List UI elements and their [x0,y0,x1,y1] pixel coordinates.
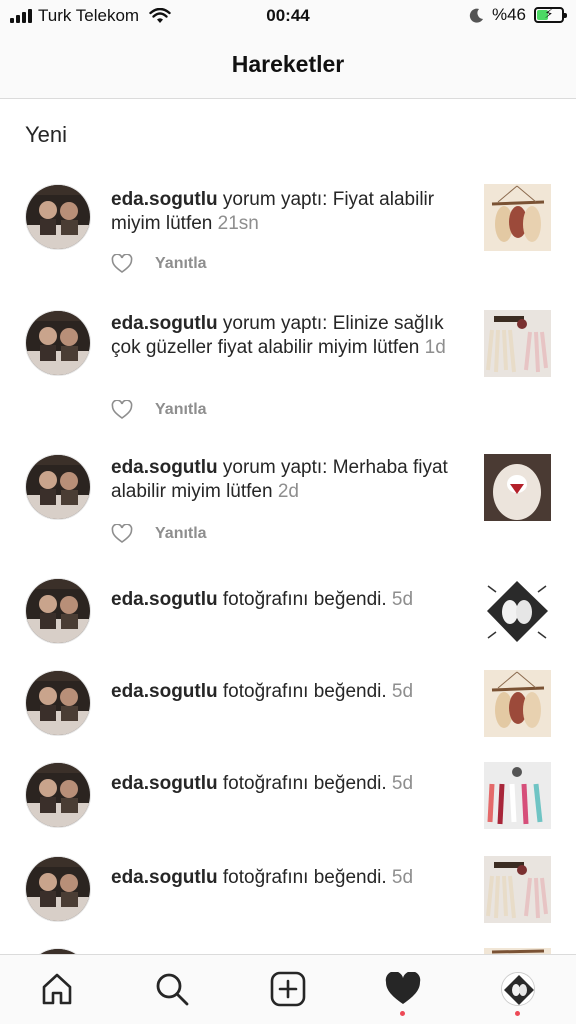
battery-icon: ⚡ [534,6,567,23]
avatar[interactable] [25,670,91,736]
reply-row: Yanıtla [111,254,207,274]
tab-bar [0,954,576,1024]
username[interactable]: eda.sogutlu [111,867,218,888]
reply-button[interactable]: Yanıtla [155,525,207,543]
reply-row: Yanıtla [111,524,207,544]
timestamp: 5d [391,773,414,794]
like-heart-icon[interactable] [111,524,133,544]
tab-new-post[interactable] [268,969,308,1009]
tab-profile[interactable] [498,969,538,1009]
reply-button[interactable]: Yanıtla [155,255,207,273]
tab-activity[interactable] [383,969,423,1009]
header: Hareketler [0,34,576,99]
timestamp: 21sn [217,213,259,234]
activity-message: fotoğrafını beğendi. [217,589,392,610]
avatar[interactable] [25,310,91,376]
activity-heart-icon [385,972,421,1004]
activity-text[interactable]: eda.sogutlu fotoğrafını beğendi. 5d [111,680,466,704]
notification-dot [515,1011,520,1016]
post-thumbnail[interactable] [484,856,551,923]
like-heart-icon[interactable] [111,400,133,420]
timestamp: 1d [424,337,446,358]
activity-text[interactable]: eda.sogutlu yorum yaptı: Elinize sağlık … [111,312,466,360]
activity-text[interactable]: eda.sogutlu yorum yaptı: Merhaba fiyat a… [111,456,466,504]
status-bar: Turk Telekom 00:44 %46 ⚡ [0,0,576,34]
timestamp: 5d [391,589,414,610]
like-heart-icon[interactable] [111,254,133,274]
avatar[interactable] [25,762,91,828]
search-icon [156,973,189,1006]
username[interactable]: eda.sogutlu [111,589,218,610]
new-post-icon [270,971,306,1007]
status-right: %46 ⚡ [469,5,567,25]
post-thumbnail[interactable] [484,310,551,377]
username[interactable]: eda.sogutlu [111,773,218,794]
username[interactable]: eda.sogutlu [111,313,218,334]
battery-percentage: %46 [491,5,526,24]
timestamp: 2d [277,481,299,502]
avatar[interactable] [25,578,91,644]
activity-text[interactable]: eda.sogutlu fotoğrafını beğendi. 5d [111,866,466,890]
reply-row: Yanıtla [111,400,207,420]
post-thumbnail[interactable] [484,184,551,251]
activity-message: fotoğrafını beğendi. [217,773,392,794]
profile-avatar [501,972,535,1006]
timestamp: 5d [391,681,414,702]
avatar[interactable] [25,454,91,520]
tab-home[interactable] [37,969,77,1009]
notification-dot [400,1011,405,1016]
post-thumbnail[interactable] [484,762,551,829]
activity-text[interactable]: eda.sogutlu fotoğrafını beğendi. 5d [111,772,466,796]
activity-text[interactable]: eda.sogutlu fotoğrafını beğendi. 5d [111,588,466,612]
activity-message: fotoğrafını beğendi. [217,681,392,702]
avatar[interactable] [25,856,91,922]
avatar[interactable] [25,184,91,250]
activity-text[interactable]: eda.sogutlu yorum yaptı: Fiyat alabilir … [111,188,466,236]
home-icon [42,973,72,1005]
username[interactable]: eda.sogutlu [111,189,218,210]
reply-button[interactable]: Yanıtla [155,401,207,419]
activity-feed[interactable]: Yeni eda.sogutlu yorum yaptı: Fiyat alab… [0,100,576,954]
activity-message: fotoğrafını beğendi. [217,867,392,888]
timestamp: 5d [391,867,414,888]
post-thumbnail[interactable] [484,670,551,737]
username[interactable]: eda.sogutlu [111,681,218,702]
page-title: Hareketler [231,51,345,77]
charging-bolt-icon: ⚡ [544,6,554,21]
post-thumbnail[interactable] [484,454,551,521]
username[interactable]: eda.sogutlu [111,457,218,478]
tab-search[interactable] [152,969,192,1009]
post-thumbnail[interactable] [484,578,551,645]
moon-icon [469,8,483,23]
section-title: Yeni [25,122,68,147]
